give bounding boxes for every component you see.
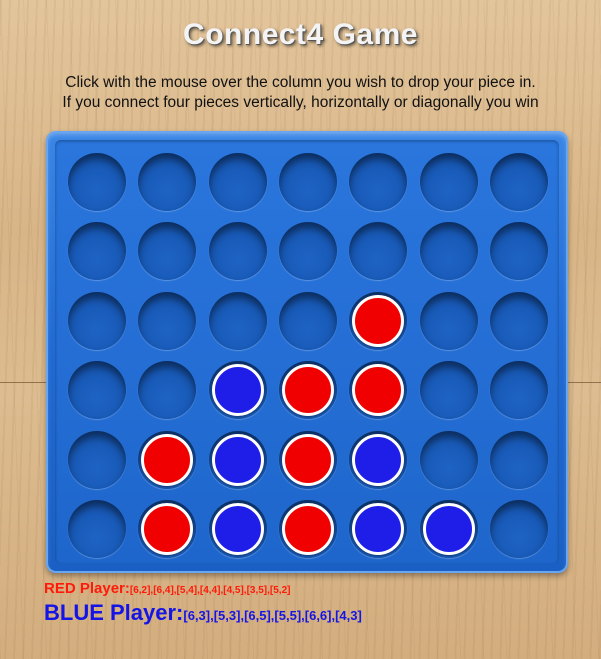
board-hole-r3-c4[interactable]	[278, 291, 337, 350]
board-hole-r6-c1[interactable]	[68, 500, 126, 558]
blue-piece	[422, 503, 475, 555]
board-hole-r2-c5[interactable]	[349, 222, 408, 281]
red-piece	[141, 433, 194, 486]
board-hole-r1-c3[interactable]	[208, 153, 267, 211]
red-piece	[352, 364, 405, 417]
board-hole-r4-c1[interactable]	[68, 361, 126, 420]
instructions: Click with the mouse over the column you…	[0, 73, 601, 113]
blue-player-moves: BLUE Player:[6,3],[5,3],[6,5],[5,5],[6,6…	[44, 600, 362, 626]
board-hole-r2-c3[interactable]	[208, 222, 267, 281]
board-hole-r1-c7[interactable]	[489, 153, 548, 211]
red-piece	[141, 503, 194, 555]
red-piece	[281, 503, 334, 555]
board-hole-r1-c1[interactable]	[68, 153, 126, 211]
board-hole-r3-c1[interactable]	[68, 291, 126, 350]
page-title: Connect4 Game	[183, 18, 418, 51]
board-hole-r5-c1[interactable]	[68, 430, 126, 489]
red-player-moves: RED Player:[6,2],[6,4],[5,4],[4,4],[4,5]…	[44, 580, 290, 598]
board-hole-r4-c2[interactable]	[138, 361, 197, 420]
red-player-move-list: [6,2],[6,4],[5,4],[4,4],[4,5],[3,5],[5,2…	[129, 585, 291, 596]
red-piece	[281, 364, 334, 417]
blue-piece	[211, 433, 264, 486]
board-hole-r2-c2[interactable]	[138, 222, 197, 281]
red-piece	[281, 433, 334, 486]
board-hole-r5-c6[interactable]	[419, 430, 478, 489]
board-hole-r1-c4[interactable]	[278, 153, 337, 211]
blue-piece	[211, 364, 264, 417]
game-board[interactable]	[46, 131, 568, 573]
board-hole-r3-c6[interactable]	[419, 291, 478, 350]
board-hole-r2-c7[interactable]	[489, 222, 548, 281]
board-hole-r4-c7[interactable]	[489, 361, 548, 420]
board-hole-r3-c7[interactable]	[489, 291, 548, 350]
board-hole-r1-c5[interactable]	[349, 153, 408, 211]
blue-piece	[352, 433, 405, 486]
instructions-line-2: If you connect four pieces vertically, h…	[62, 94, 539, 111]
board-hole-r5-c7[interactable]	[489, 430, 548, 489]
blue-piece	[352, 503, 405, 555]
blue-player-label: BLUE Player:	[44, 600, 184, 625]
board-hole-r2-c4[interactable]	[278, 222, 337, 281]
instructions-line-1: Click with the mouse over the column you…	[65, 74, 536, 91]
board-hole-r6-c7[interactable]	[489, 500, 548, 558]
board-grid[interactable]	[55, 140, 559, 564]
board-hole-r3-c2[interactable]	[138, 291, 197, 350]
board-hole-r2-c1[interactable]	[68, 222, 126, 281]
board-hole-r4-c6[interactable]	[419, 361, 478, 420]
board-hole-r1-c2[interactable]	[138, 153, 197, 211]
blue-player-move-list: [6,3],[5,3],[6,5],[5,5],[6,6],[4,3]	[183, 608, 362, 623]
board-hole-r1-c6[interactable]	[419, 153, 478, 211]
board-hole-r2-c6[interactable]	[419, 222, 478, 281]
board-hole-r3-c3[interactable]	[208, 291, 267, 350]
red-piece	[352, 294, 405, 347]
blue-piece	[211, 503, 264, 555]
red-player-label: RED Player:	[44, 580, 130, 597]
